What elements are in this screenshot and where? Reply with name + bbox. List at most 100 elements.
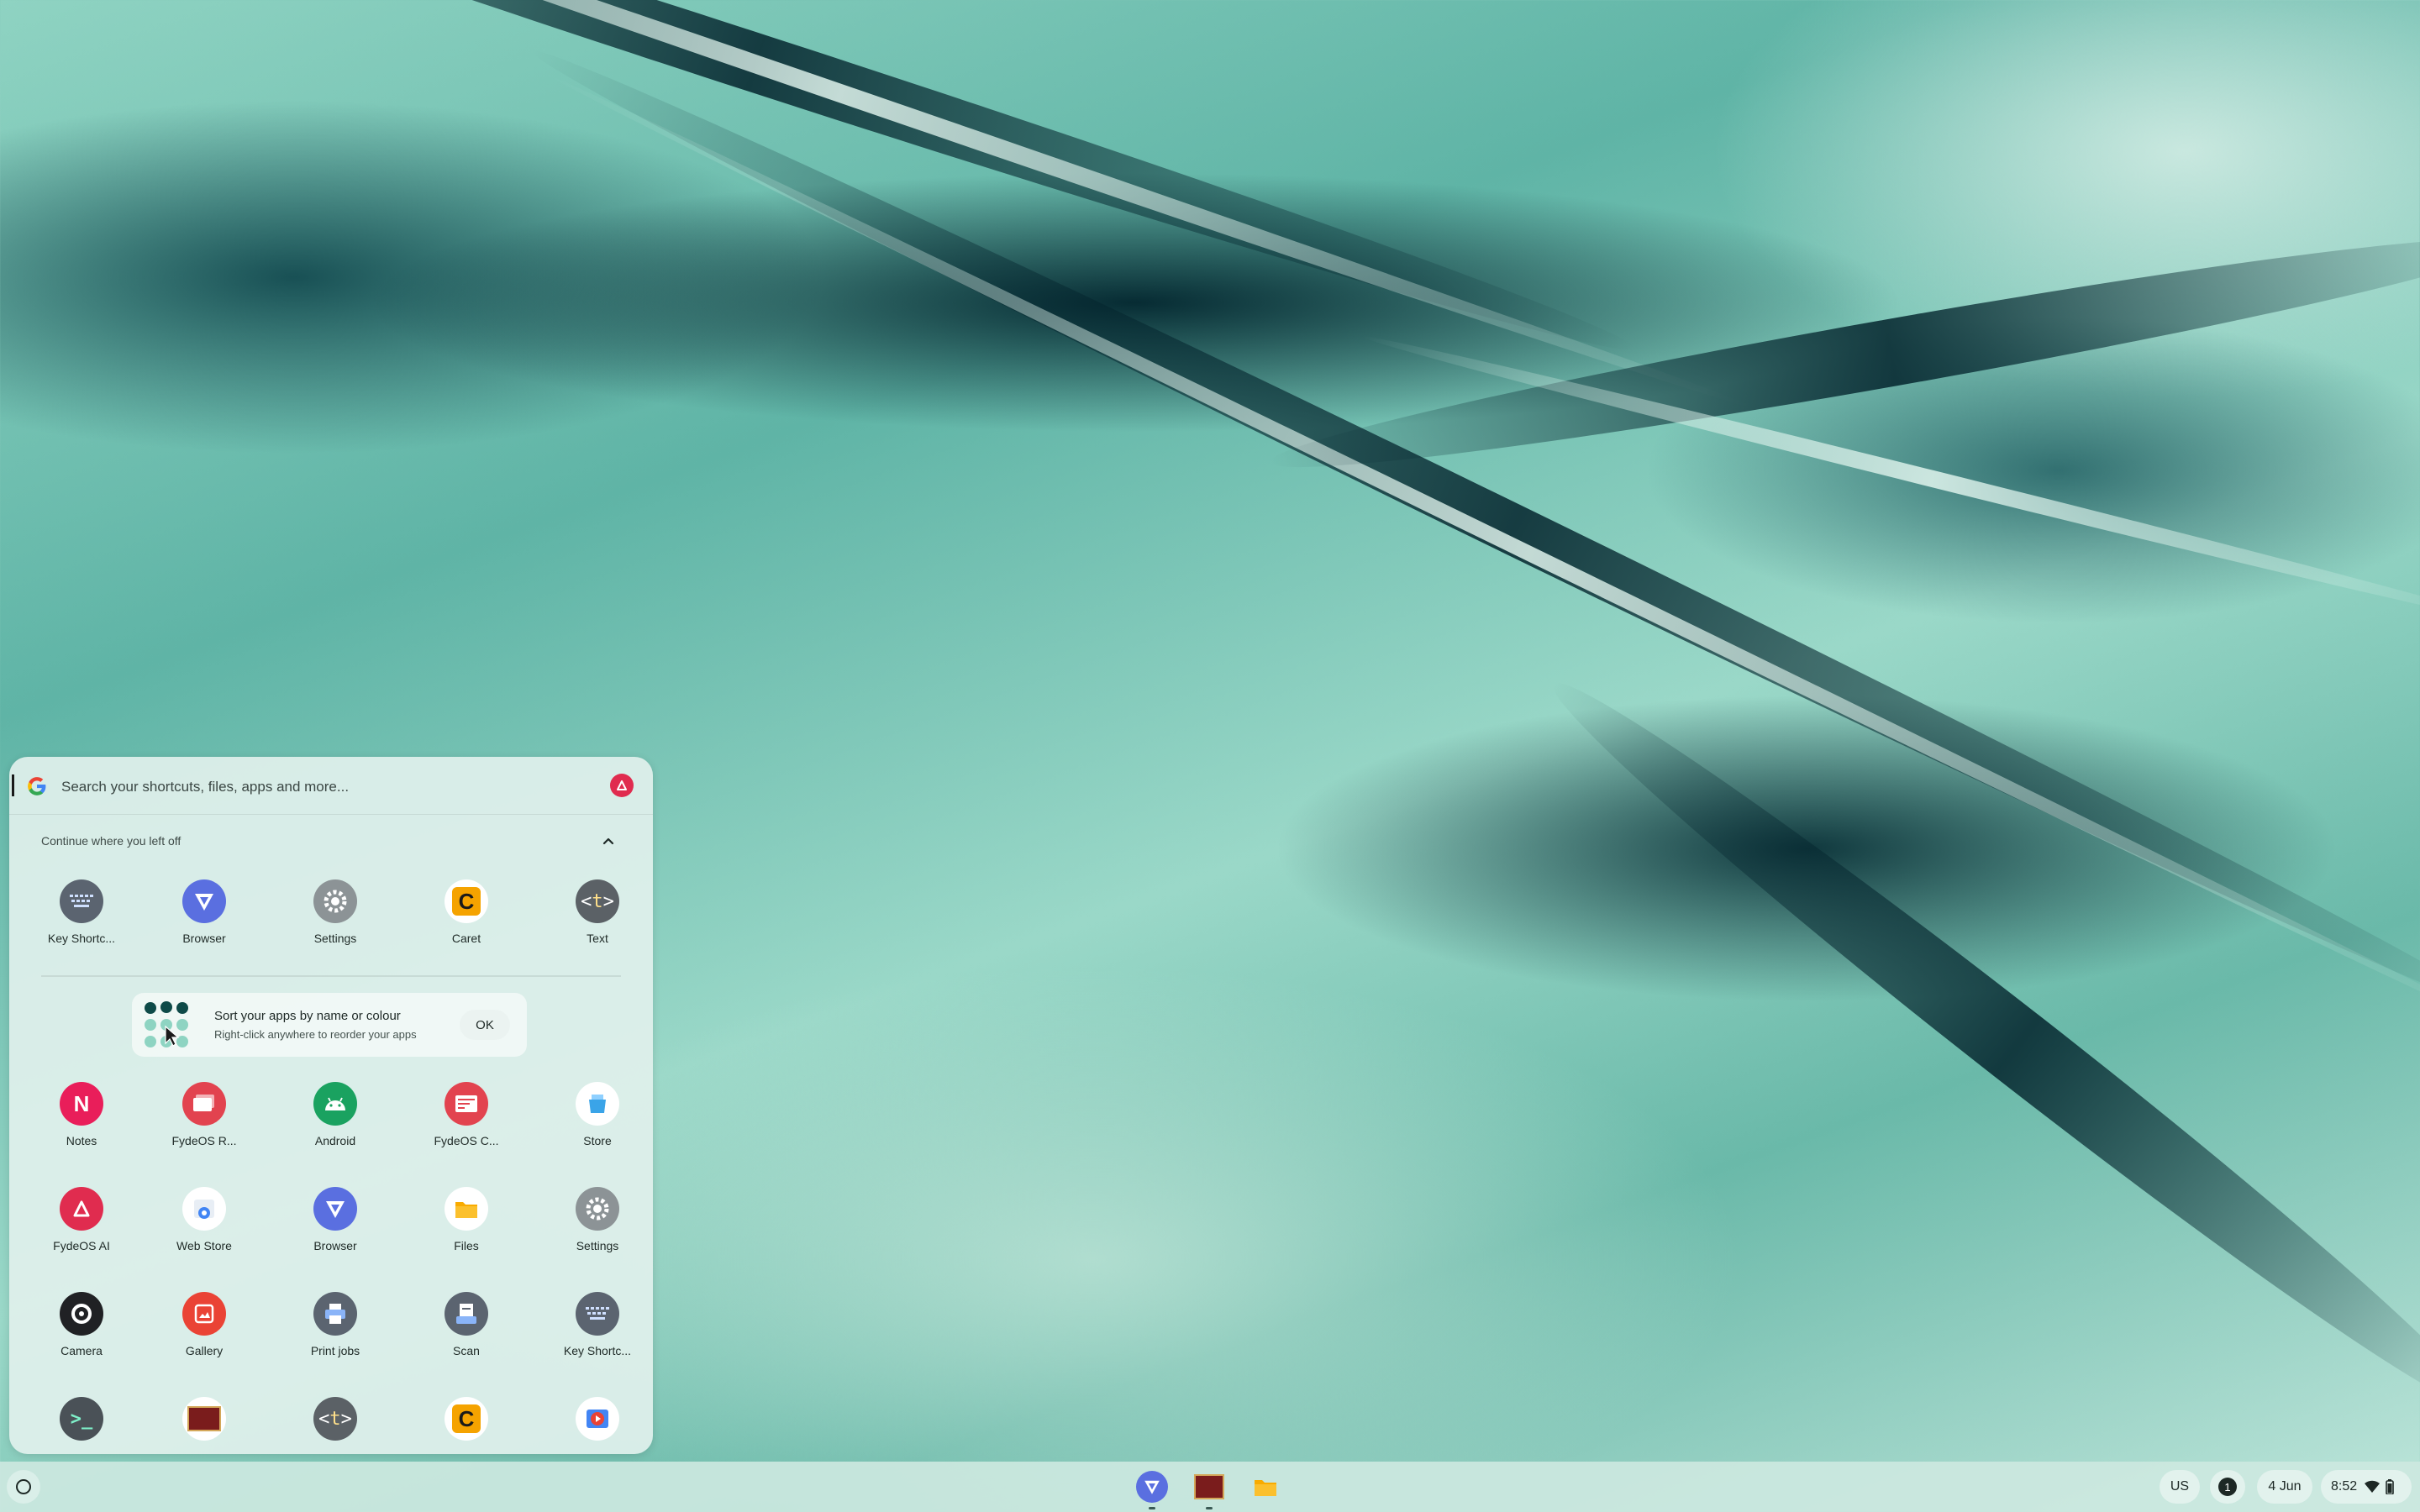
shelf-app-files[interactable] <box>1248 1469 1283 1504</box>
fydeos-remote-icon <box>182 1082 226 1126</box>
app-label: Print jobs <box>310 1344 360 1357</box>
chevron-up-icon[interactable] <box>597 830 619 852</box>
text-editor-icon: < t > <box>313 1397 357 1441</box>
continue-section-title: Continue where you left off <box>41 834 182 848</box>
notification-center-button[interactable]: 1 <box>2210 1470 2245 1504</box>
fydeos-ai-icon <box>60 1187 103 1231</box>
app-label: FydeOS AI <box>53 1239 110 1252</box>
app-text[interactable]: < t > <box>276 1397 394 1454</box>
gallery-icon <box>182 1292 226 1336</box>
shelf-app-browser[interactable] <box>1134 1469 1170 1509</box>
store-icon <box>576 1082 619 1126</box>
app-label: Settings <box>576 1239 619 1252</box>
sort-illustration-icon <box>145 1001 188 1047</box>
printer-icon <box>313 1292 357 1336</box>
continue-item-caret[interactable]: C Caret <box>408 879 525 972</box>
app-label: Key Shortc... <box>563 1344 632 1357</box>
app-key-shortcuts[interactable]: Key Shortc... <box>539 1292 653 1384</box>
app-android[interactable]: Android <box>276 1082 394 1174</box>
browser-icon <box>313 1187 357 1231</box>
section-divider <box>41 975 621 977</box>
settings-gear-icon <box>576 1187 619 1231</box>
app-files[interactable]: Files <box>408 1187 525 1279</box>
app-launcher: Continue where you left off Key Shortc..… <box>9 757 653 1454</box>
fydeos-ai-button[interactable] <box>610 774 634 797</box>
app-caret[interactable]: C <box>408 1397 525 1454</box>
fydeos-connect-icon <box>445 1082 488 1126</box>
app-notes[interactable]: N Notes <box>23 1082 140 1174</box>
continue-item-browser[interactable]: Browser <box>145 879 263 972</box>
app-label: Key Shortc... <box>47 932 116 945</box>
app-label: Notes <box>66 1134 97 1147</box>
settings-gear-icon <box>313 879 357 923</box>
app-label: Web Store <box>176 1239 232 1252</box>
shelf-app-media[interactable] <box>1192 1469 1227 1509</box>
camera-icon <box>60 1292 103 1336</box>
search-input[interactable] <box>60 773 601 801</box>
app-label: Browser <box>313 1239 357 1252</box>
browser-icon <box>1136 1471 1168 1503</box>
app-browser[interactable]: Browser <box>276 1187 394 1279</box>
app-label: Android <box>314 1134 356 1147</box>
files-folder-icon <box>445 1187 488 1231</box>
app-label: Gallery <box>185 1344 224 1357</box>
tip-title: Sort your apps by name or colour <box>214 1009 401 1023</box>
app-label: Scan <box>453 1344 480 1357</box>
wifi-icon <box>2365 1480 2381 1493</box>
app-fydeos-remote[interactable]: FydeOS R... <box>145 1082 263 1174</box>
app-gallery[interactable]: Gallery <box>145 1292 263 1384</box>
web-store-icon <box>182 1187 226 1231</box>
app-fydeos-ai[interactable]: FydeOS AI <box>23 1187 140 1279</box>
fydeos-ai-icon <box>617 780 627 790</box>
app-store[interactable]: Store <box>539 1082 653 1174</box>
shelf: US 1 4 Jun 8:52 <box>0 1462 2420 1512</box>
app-label: Text <box>587 932 608 945</box>
media-app-icon <box>182 1397 226 1441</box>
app-fydeos-connect[interactable]: FydeOS C... <box>408 1082 525 1174</box>
caret-editor-icon: C <box>445 1397 488 1441</box>
app-label: Browser <box>182 932 226 945</box>
launcher-circle-icon <box>16 1479 31 1494</box>
text-cursor <box>12 774 14 796</box>
date-tray[interactable]: 4 Jun <box>2257 1470 2312 1504</box>
sort-apps-tip: Sort your apps by name or colour Right-c… <box>132 993 527 1057</box>
ime-indicator[interactable]: US <box>2160 1470 2200 1504</box>
tip-subtitle: Right-click anywhere to reorder your app… <box>214 1028 417 1041</box>
app-label: FydeOS C... <box>434 1134 499 1147</box>
continue-item-key-shortcuts[interactable]: Key Shortc... <box>23 879 140 972</box>
continue-item-text[interactable]: < t > Text <box>539 879 653 972</box>
app-media[interactable] <box>145 1397 263 1454</box>
terminal-icon: >_ <box>60 1397 103 1441</box>
app-settings[interactable]: Settings <box>539 1187 653 1279</box>
app-print-jobs[interactable]: Print jobs <box>276 1292 394 1384</box>
scanner-icon <box>445 1292 488 1336</box>
keyboard-shortcuts-icon <box>60 879 103 923</box>
app-camera[interactable]: Camera <box>23 1292 140 1384</box>
app-label: Camera <box>60 1344 103 1357</box>
app-label: Settings <box>313 932 357 945</box>
browser-icon <box>182 879 226 923</box>
caret-editor-icon: C <box>445 879 488 923</box>
launcher-button[interactable] <box>7 1470 40 1504</box>
android-icon <box>313 1082 357 1126</box>
text-editor-icon: < t > <box>576 879 619 923</box>
app-web-store[interactable]: Web Store <box>145 1187 263 1279</box>
notes-icon: N <box>60 1082 103 1126</box>
app-label: FydeOS R... <box>171 1134 237 1147</box>
app-scan[interactable]: Scan <box>408 1292 525 1384</box>
app-video-player[interactable] <box>539 1397 653 1454</box>
tip-ok-button[interactable]: OK <box>460 1010 510 1040</box>
battery-icon <box>2386 1479 2394 1494</box>
app-terminal[interactable]: >_ <box>23 1397 140 1454</box>
google-g-icon <box>28 777 46 795</box>
clock-time: 8:52 <box>2331 1479 2358 1494</box>
files-folder-icon <box>1255 1480 1276 1496</box>
continue-item-settings[interactable]: Settings <box>276 879 394 972</box>
notification-count-badge: 1 <box>2218 1478 2237 1496</box>
media-app-icon <box>1194 1474 1224 1499</box>
video-player-icon <box>576 1397 619 1441</box>
app-label: Caret <box>451 932 481 945</box>
status-area[interactable]: 8:52 <box>2321 1470 2412 1504</box>
keyboard-shortcuts-icon <box>576 1292 619 1336</box>
app-label: Store <box>583 1134 612 1147</box>
